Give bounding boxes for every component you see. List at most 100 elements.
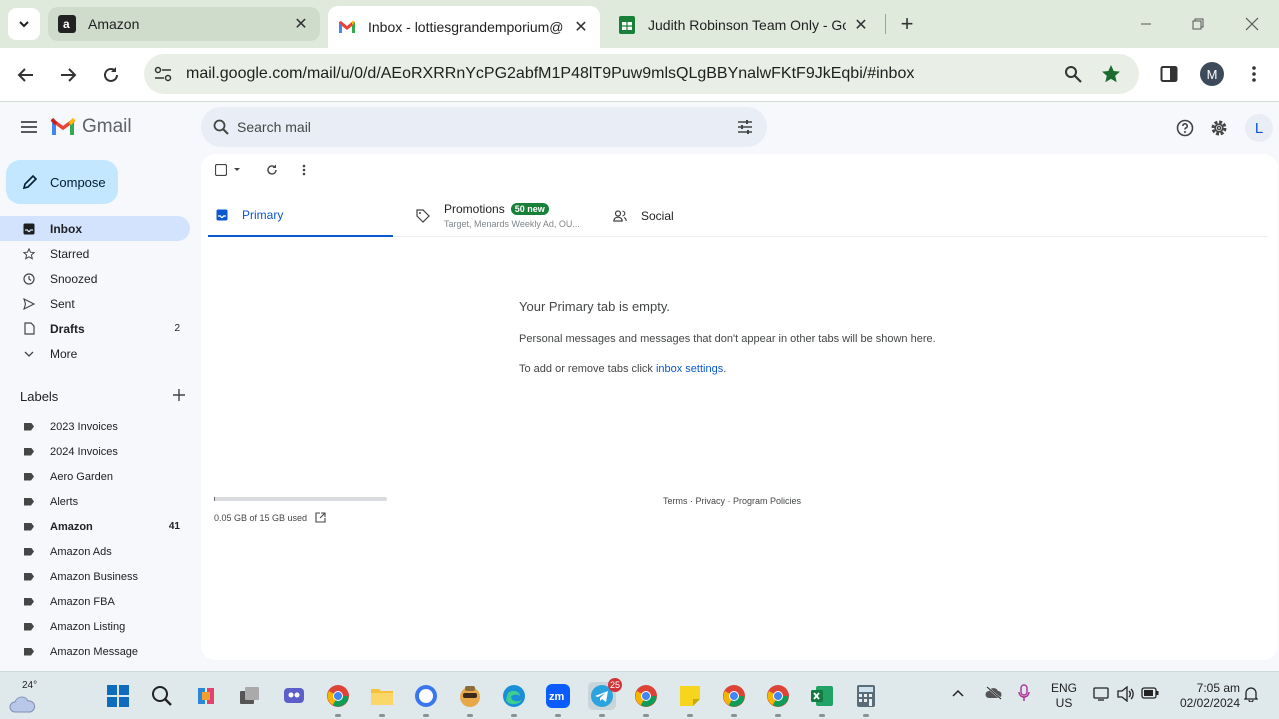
caret-down-icon [234, 168, 240, 171]
tag-icon [416, 208, 430, 223]
label-name: Amazon Listing [50, 620, 126, 633]
edge-app[interactable] [500, 682, 528, 717]
start-button[interactable] [104, 682, 132, 710]
copilot-app[interactable] [192, 682, 220, 710]
label-item[interactable]: Amazon Listing [0, 614, 190, 639]
file-explorer-app[interactable] [368, 682, 396, 717]
select-all-checkbox[interactable] [215, 164, 242, 176]
telegram-app[interactable]: 25 [588, 678, 622, 717]
nav-item-sent[interactable]: Sent [0, 291, 190, 316]
browser-tab-sheets[interactable]: Judith Robinson Team Only - Go ✕ [608, 7, 880, 42]
tab-social[interactable]: Social [605, 194, 795, 237]
chrome-app[interactable] [324, 682, 352, 717]
signal-app[interactable] [412, 682, 440, 717]
close-tab-icon[interactable]: ✕ [572, 18, 590, 36]
nav-item-drafts[interactable]: Drafts 2 [0, 316, 190, 341]
label-item[interactable]: Amazon Business [0, 564, 190, 589]
label-item[interactable]: 2023 Invoices [0, 414, 190, 439]
label-item[interactable]: 2024 Invoices [0, 439, 190, 464]
open-in-new-icon[interactable] [315, 512, 326, 523]
refresh-icon [267, 164, 277, 175]
settings-button[interactable] [1206, 115, 1232, 141]
close-window-button[interactable] [1237, 10, 1267, 38]
tab-primary[interactable]: Primary [208, 194, 393, 237]
back-button[interactable] [11, 60, 41, 90]
label-item[interactable]: Amazon 41 [0, 514, 190, 539]
main-menu-button[interactable] [16, 114, 42, 140]
label-item[interactable]: Amazon Ads [0, 539, 190, 564]
add-label-button[interactable] [173, 389, 185, 404]
chrome-profile-2-app[interactable] [720, 682, 748, 717]
chrome-profile-j-app[interactable] [632, 682, 660, 717]
label-item[interactable]: Alerts [0, 489, 190, 514]
taskbar-search[interactable] [148, 682, 176, 710]
nav-item-inbox[interactable]: Inbox [0, 216, 190, 241]
footer-links[interactable]: Terms · Privacy · Program Policies [663, 496, 801, 506]
label-tag-icon [24, 597, 34, 606]
folder-icon [371, 689, 393, 705]
close-tab-icon[interactable]: ✕ [852, 16, 870, 34]
zoom-icon[interactable] [1061, 62, 1085, 86]
excel-app[interactable] [808, 682, 836, 717]
storage-bar-fill [214, 497, 215, 501]
volume-status[interactable] [1117, 685, 1135, 706]
inbox-settings-link[interactable]: inbox settings [656, 363, 723, 375]
task-view-app[interactable] [236, 682, 264, 710]
sticky-note-icon [680, 686, 700, 706]
network-status[interactable] [1093, 687, 1109, 705]
onedrive-status[interactable] [985, 686, 1003, 704]
search-input[interactable]: Search mail [237, 119, 737, 135]
tab-search-button[interactable] [8, 8, 40, 40]
show-hidden-icons[interactable] [952, 686, 964, 701]
new-tab-button[interactable]: + [894, 11, 920, 37]
browser-menu-button[interactable] [1241, 61, 1267, 87]
label-item[interactable]: Amazon FBA [0, 589, 190, 614]
chrome-profile-m-app[interactable] [764, 682, 792, 717]
site-info-icon[interactable] [150, 61, 176, 87]
language-indicator[interactable]: ENG US [1048, 681, 1080, 711]
microphone-status[interactable] [1018, 684, 1030, 706]
more-options-button[interactable] [302, 164, 306, 176]
forward-button[interactable] [53, 60, 83, 90]
refresh-button[interactable] [266, 164, 278, 176]
address-bar[interactable]: mail.google.com/mail/u/0/d/AEoRXRRnYcPG2… [144, 54, 1139, 94]
bookmark-star-icon[interactable] [1099, 62, 1123, 86]
nav-item-snoozed[interactable]: Snoozed [0, 266, 190, 291]
reload-button[interactable] [96, 60, 126, 90]
battery-status[interactable] [1141, 687, 1159, 703]
clock-time: 7:05 am [1196, 681, 1240, 695]
notifications-button[interactable] [1243, 686, 1259, 706]
minimize-button[interactable] [1131, 10, 1161, 38]
label-item[interactable]: Aero Garden [0, 464, 190, 489]
search-options-icon[interactable] [737, 120, 753, 134]
nav-item-starred[interactable]: Starred [0, 241, 190, 266]
search-icon[interactable] [213, 119, 229, 135]
calculator-app[interactable] [852, 682, 880, 717]
browser-tab-inbox[interactable]: Inbox - lottiesgrandemporium@ ✕ [328, 6, 600, 48]
nav-label: Snoozed [50, 271, 98, 286]
nav-label: Drafts [50, 321, 85, 336]
help-button[interactable] [1172, 115, 1198, 141]
compose-button[interactable]: Compose [6, 160, 118, 204]
nav-label: More [50, 346, 78, 361]
sticky-notes-app[interactable] [676, 682, 704, 717]
gmail-logo[interactable]: Gmail [50, 116, 132, 138]
tab-promotions[interactable]: Promotions 50 new Target, Menards Weekly … [408, 194, 598, 237]
task-view-icon [240, 687, 259, 704]
weather-widget[interactable]: 24° [8, 680, 40, 713]
browser-tab-amazon[interactable]: a Amazon ✕ [48, 7, 320, 41]
profile-button[interactable]: M [1199, 61, 1225, 87]
character-app[interactable] [456, 682, 484, 717]
close-tab-icon[interactable]: ✕ [292, 15, 310, 33]
zoom-app[interactable]: zm [544, 682, 572, 717]
side-panel-button[interactable] [1156, 61, 1182, 87]
cloud-icon [9, 696, 36, 713]
restore-button[interactable] [1183, 10, 1213, 38]
gmail-logo-icon [50, 117, 76, 135]
label-item[interactable]: Amazon Message [0, 639, 190, 664]
search-bar[interactable]: Search mail [201, 107, 767, 147]
clock[interactable]: 7:05 am 02/02/2024 [1170, 681, 1240, 711]
teams-app[interactable] [280, 682, 308, 710]
account-avatar[interactable]: L [1245, 114, 1273, 142]
nav-item-more[interactable]: More [0, 341, 190, 366]
